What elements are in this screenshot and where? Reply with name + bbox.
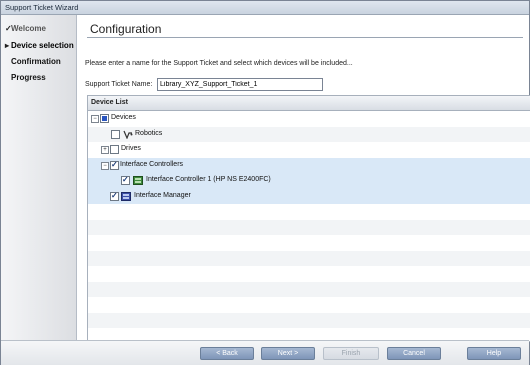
device-list-header-label: Device List — [91, 99, 128, 106]
step-label: Progress — [11, 73, 46, 82]
heading-divider — [87, 37, 523, 38]
empty-row — [88, 204, 530, 220]
interface-controllers-checkbox[interactable] — [110, 160, 119, 170]
manager-icon — [121, 191, 131, 201]
step-progress: Progress — [5, 73, 46, 82]
expand-icon[interactable]: + — [101, 146, 109, 154]
interface-manager-checkbox[interactable] — [110, 191, 119, 201]
button-bar: < Back Next > Finish Cancel Help — [1, 340, 529, 365]
page-title: Configuration — [90, 22, 162, 36]
tree-row-label: Robotics — [135, 129, 163, 137]
wizard-window: Support Ticket Wizard ✓Welcome ▸ Device s… — [0, 0, 530, 365]
empty-row — [88, 219, 530, 235]
controller-icon — [133, 176, 143, 185]
tree-row-label: Interface Controller 1 (HP NS E2400FC) — [146, 176, 271, 183]
tree-row-label: Interface Manager — [134, 191, 191, 199]
cancel-button[interactable]: Cancel — [387, 347, 441, 360]
empty-row — [88, 312, 530, 328]
window-title: Support Ticket Wizard — [5, 3, 79, 12]
device-list: Device List − Devices Robotics + Drives … — [87, 95, 530, 342]
step-label: Confirmation — [11, 57, 61, 66]
next-button[interactable]: Next > — [261, 347, 315, 360]
tree-row-label: Interface Controllers — [120, 160, 184, 168]
robotics-icon — [123, 130, 133, 139]
collapse-icon[interactable]: − — [91, 115, 99, 123]
collapse-icon[interactable]: − — [101, 161, 109, 170]
tree-row-interface-manager[interactable]: Interface Manager — [88, 188, 530, 204]
tree-row-label: Drives — [121, 145, 141, 152]
robotics-checkbox[interactable] — [111, 129, 120, 139]
devices-checkbox[interactable] — [100, 114, 109, 123]
empty-row — [88, 250, 530, 266]
tree-row-devices[interactable]: − Devices — [88, 111, 530, 127]
tree-row-interface-controller-1[interactable]: Interface Controller 1 (HP NS E2400FC) — [88, 173, 530, 189]
step-confirmation: Confirmation — [5, 57, 61, 66]
step-welcome: ✓Welcome — [5, 24, 46, 33]
step-label: Device selection — [11, 41, 74, 50]
empty-row — [88, 235, 530, 251]
title-bar: Support Ticket Wizard — [1, 1, 529, 15]
tree-row-interface-controllers[interactable]: − Interface Controllers — [88, 157, 530, 173]
back-button[interactable]: < Back — [200, 347, 254, 360]
help-button[interactable]: Help — [467, 347, 521, 360]
main-content: Configuration Please enter a name for th… — [77, 15, 530, 342]
wizard-steps-sidebar: ✓Welcome ▸ Device selection Confirmation … — [1, 15, 77, 340]
empty-row — [88, 266, 530, 282]
instructions-text: Please enter a name for the Support Tick… — [85, 60, 353, 67]
interface-controller-1-checkbox[interactable] — [121, 175, 130, 185]
ticket-name-label: Support Ticket Name: — [85, 81, 153, 88]
step-label: Welcome — [11, 24, 46, 33]
tree-row-label: Devices — [111, 114, 136, 121]
ticket-name-input[interactable] — [157, 78, 323, 91]
finish-button[interactable]: Finish — [323, 347, 379, 360]
step-device-selection: ▸ Device selection — [5, 41, 74, 50]
drives-checkbox[interactable] — [110, 145, 119, 154]
empty-row — [88, 297, 530, 313]
tree-row-robotics[interactable]: Robotics — [88, 126, 530, 142]
tree-row-drives[interactable]: + Drives — [88, 142, 530, 158]
device-list-header: Device List — [88, 96, 530, 111]
empty-row — [88, 281, 530, 297]
